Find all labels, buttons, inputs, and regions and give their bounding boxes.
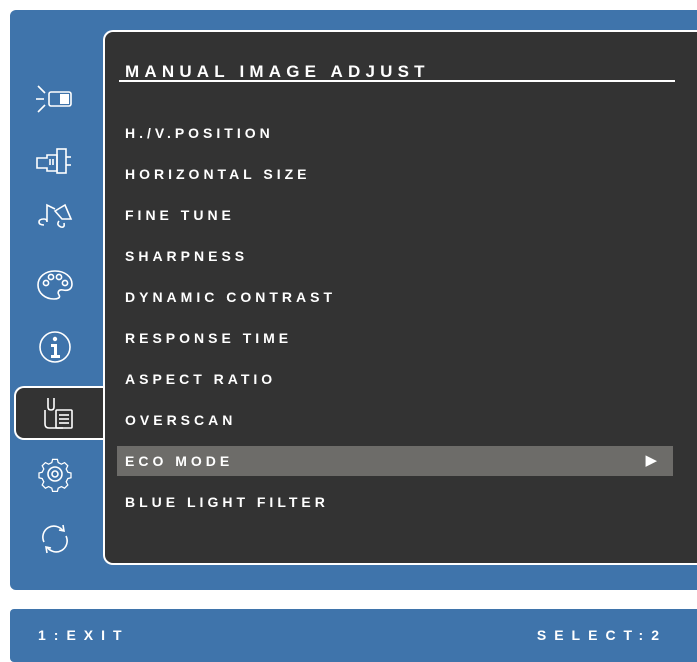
menu-item-label: SHARPNESS bbox=[125, 248, 249, 264]
menu-item-label: H./V.POSITION bbox=[125, 125, 274, 141]
menu-item-dynamic-contrast[interactable]: DYNAMIC CONTRAST bbox=[117, 282, 673, 312]
menu-item-overscan[interactable]: OVERSCAN bbox=[117, 405, 673, 435]
title-divider bbox=[119, 80, 675, 82]
information-icon[interactable] bbox=[20, 327, 90, 367]
menu-item-label: DYNAMIC CONTRAST bbox=[125, 289, 336, 305]
status-bar: 1:EXIT SELECT:2 bbox=[10, 609, 697, 662]
memory-recall-icon[interactable] bbox=[20, 519, 90, 559]
color-icon[interactable] bbox=[20, 264, 90, 304]
menu-item-label: OVERSCAN bbox=[125, 412, 237, 428]
menu-item-fine-tune[interactable]: FINE TUNE bbox=[117, 200, 673, 230]
brightness-icon[interactable] bbox=[20, 77, 90, 117]
menu-item-label: ASPECT RATIO bbox=[125, 371, 277, 387]
menu-item-label: ECO MODE bbox=[125, 453, 234, 469]
menu-item-label: BLUE LIGHT FILTER bbox=[125, 494, 329, 510]
exit-hint[interactable]: 1:EXIT bbox=[38, 627, 130, 643]
select-hint[interactable]: SELECT:2 bbox=[537, 627, 667, 643]
menu-title: MANUAL IMAGE ADJUST bbox=[125, 62, 430, 81]
menu-item-hv-position[interactable]: H./V.POSITION bbox=[117, 118, 673, 148]
menu-item-label: HORIZONTAL SIZE bbox=[125, 166, 311, 182]
audio-icon[interactable] bbox=[20, 196, 90, 236]
menu-item-sharpness[interactable]: SHARPNESS bbox=[117, 241, 673, 271]
menu-item-horizontal-size[interactable]: HORIZONTAL SIZE bbox=[117, 159, 673, 189]
menu-panel: MANUAL IMAGE ADJUST H./V.POSITION HORIZO… bbox=[103, 30, 697, 565]
setup-icon[interactable] bbox=[20, 454, 90, 494]
menu-item-eco-mode[interactable]: ECO MODE ▶ bbox=[117, 446, 673, 476]
input-select-icon[interactable] bbox=[20, 140, 90, 180]
menu-item-response-time[interactable]: RESPONSE TIME bbox=[117, 323, 673, 353]
menu-item-label: RESPONSE TIME bbox=[125, 330, 293, 346]
menu-item-label: FINE TUNE bbox=[125, 207, 235, 223]
menu-item-blue-light-filter[interactable]: BLUE LIGHT FILTER bbox=[117, 487, 673, 517]
menu-item-aspect-ratio[interactable]: ASPECT RATIO bbox=[117, 364, 673, 394]
submenu-arrow-icon: ▶ bbox=[645, 452, 657, 469]
manual-image-adjust-icon[interactable] bbox=[14, 386, 104, 440]
